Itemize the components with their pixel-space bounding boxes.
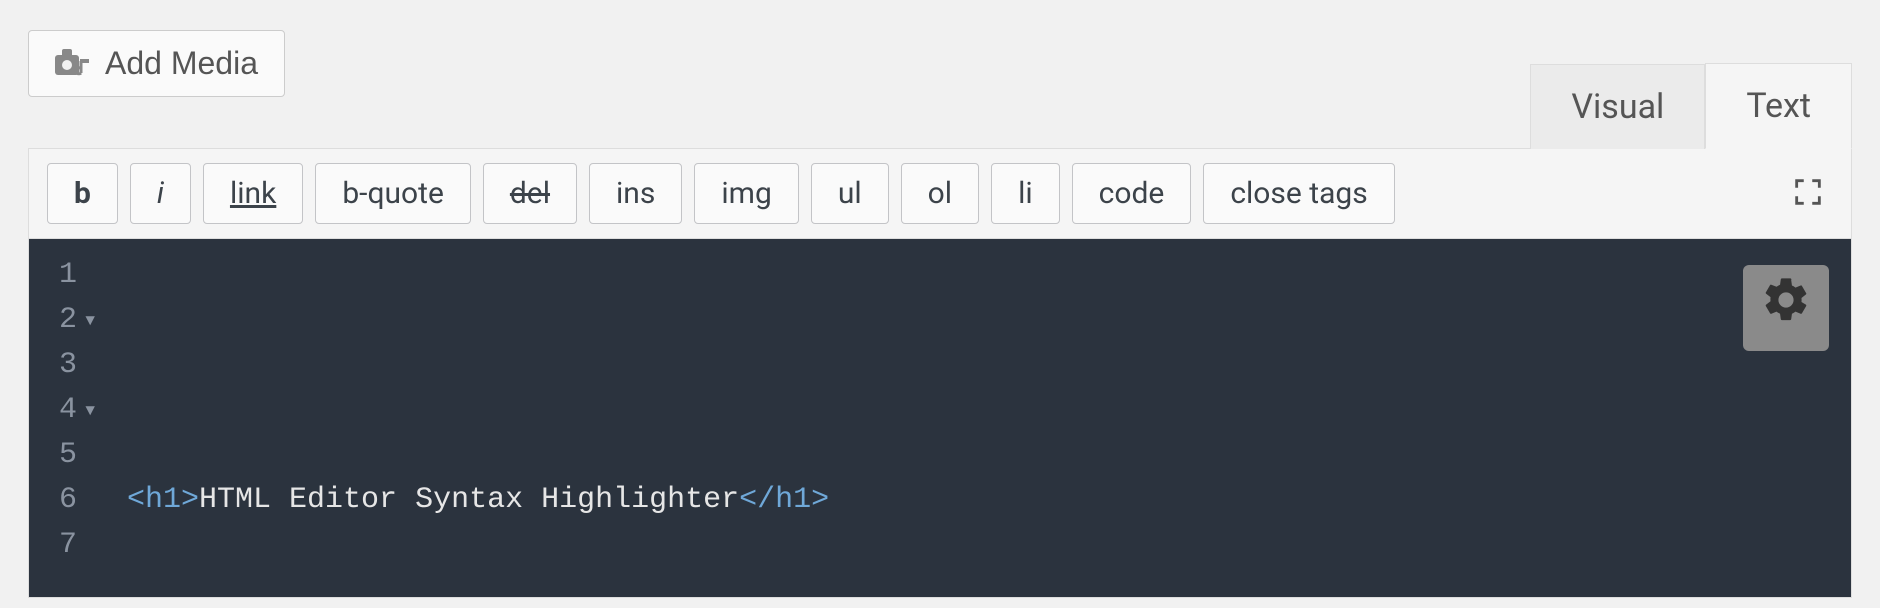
- line-number: 7: [59, 523, 77, 568]
- fullscreen-icon: [1791, 194, 1825, 213]
- qt-del-button[interactable]: del: [483, 163, 577, 224]
- code-content[interactable]: <h1>HTML Editor Syntax Highlighter</h1> …: [109, 239, 1852, 597]
- qt-bold-button[interactable]: b: [47, 163, 118, 224]
- qt-li-button[interactable]: li: [991, 163, 1060, 224]
- media-icon: [55, 49, 91, 79]
- line-number: 3: [59, 343, 77, 388]
- qt-blockquote-button[interactable]: b-quote: [315, 163, 471, 224]
- line-gutter: 1 2▼ 3 4▼ 5 6 7: [29, 239, 109, 597]
- qt-italic-button[interactable]: i: [130, 163, 191, 224]
- line-number: 2: [59, 298, 77, 343]
- tab-visual[interactable]: Visual: [1530, 64, 1705, 149]
- qt-ol-button[interactable]: ol: [901, 163, 979, 224]
- qt-closetags-button[interactable]: close tags: [1203, 163, 1394, 224]
- line-number: 4: [59, 388, 77, 433]
- add-media-label: Add Media: [105, 45, 258, 82]
- tab-text[interactable]: Text: [1705, 63, 1852, 149]
- add-media-button[interactable]: Add Media: [28, 30, 285, 97]
- line-number: 1: [59, 253, 77, 298]
- gear-icon: [1760, 274, 1812, 342]
- editor-mode-tabs: Visual Text: [1530, 62, 1852, 148]
- qt-code-button[interactable]: code: [1072, 163, 1192, 224]
- fold-icon[interactable]: ▼: [83, 309, 95, 333]
- qt-ul-button[interactable]: ul: [811, 163, 889, 224]
- qt-img-button[interactable]: img: [694, 163, 798, 224]
- line-number: 5: [59, 433, 77, 478]
- fullscreen-button[interactable]: [1783, 169, 1833, 219]
- qt-ins-button[interactable]: ins: [589, 163, 682, 224]
- quicktags-toolbar: b i link b-quote del ins img ul ol li co…: [28, 148, 1852, 238]
- qt-link-button[interactable]: link: [203, 163, 303, 224]
- code-editor[interactable]: 1 2▼ 3 4▼ 5 6 7 <h1>HTML Editor Syntax H…: [28, 238, 1852, 598]
- fold-icon[interactable]: ▼: [83, 399, 95, 423]
- line-number: 6: [59, 478, 77, 523]
- editor-settings-button[interactable]: [1743, 265, 1829, 351]
